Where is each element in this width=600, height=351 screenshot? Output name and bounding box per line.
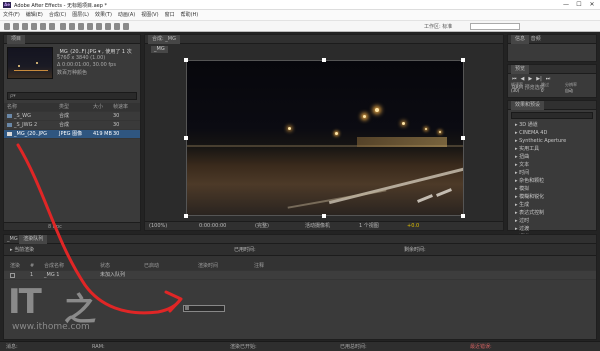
status-bar: 消息: RAM: 渲染已开始: 已用总时间: 最近错误:: [0, 341, 600, 351]
status-ram: RAM:: [92, 344, 105, 350]
status-renders-started: 渲染已开始:: [230, 344, 257, 350]
status-log: 最近错误:: [470, 344, 492, 350]
arrow-stroke: [16, 143, 182, 315]
ithome-logo-text: IT: [8, 282, 42, 322]
status-message: 消息:: [6, 344, 18, 350]
status-total-time: 已用总时间:: [340, 344, 367, 350]
ithome-url: www.ithome.com: [12, 322, 90, 332]
